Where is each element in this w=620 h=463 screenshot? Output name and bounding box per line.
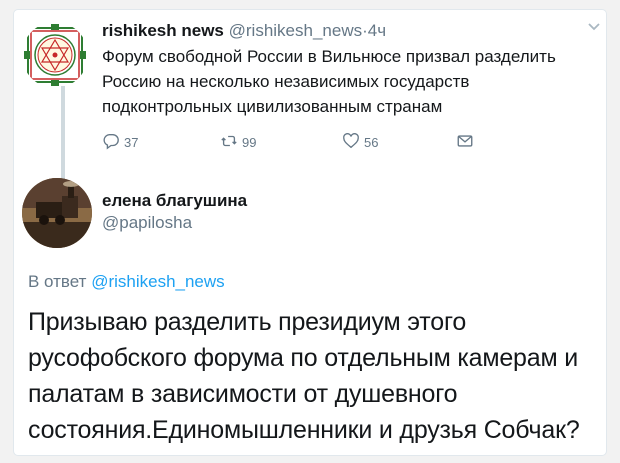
- author-handle[interactable]: @rishikesh_news: [229, 21, 362, 40]
- reply-count: 37: [124, 135, 139, 150]
- like-action[interactable]: 56: [342, 132, 378, 153]
- tweet-header: rishikesh news @rishikesh_news·4ч: [102, 20, 602, 42]
- reply-author-handle[interactable]: @papilosha: [102, 212, 247, 234]
- reply-avatar[interactable]: [22, 178, 92, 248]
- reply-author: елена благушина @papilosha: [102, 190, 247, 234]
- tweet-text: Форум свободной России в Вильнюсе призва…: [102, 47, 556, 116]
- retweet-icon: [220, 132, 242, 153]
- retweet-count: 99: [242, 135, 257, 150]
- reply-prefix: В ответ: [28, 272, 87, 291]
- reply-action[interactable]: 37: [102, 132, 138, 153]
- tweet-card: rishikesh news @rishikesh_news·4ч Форум …: [14, 10, 606, 455]
- reply-icon: [102, 132, 124, 153]
- direct-message-action[interactable]: [456, 132, 478, 153]
- tweet-time[interactable]: 4ч: [368, 21, 386, 40]
- direct-message-icon: [456, 132, 478, 153]
- avatar[interactable]: [22, 22, 88, 88]
- author-name[interactable]: rishikesh news: [102, 21, 224, 40]
- tweet-actions: 37 99 56: [102, 132, 522, 154]
- original-tweet: rishikesh news @rishikesh_news·4ч Форум …: [102, 20, 602, 119]
- like-icon: [342, 132, 364, 153]
- reply-to-link[interactable]: @rishikesh_news: [91, 272, 224, 291]
- like-count: 56: [364, 135, 379, 150]
- reply-context: В ответ @rishikesh_news: [28, 272, 225, 292]
- retweet-action[interactable]: 99: [220, 132, 256, 153]
- reply-text: Призываю разделить президиум этого русоф…: [28, 308, 580, 444]
- reply-author-name[interactable]: елена благушина: [102, 190, 247, 212]
- thread-connector: [61, 86, 65, 182]
